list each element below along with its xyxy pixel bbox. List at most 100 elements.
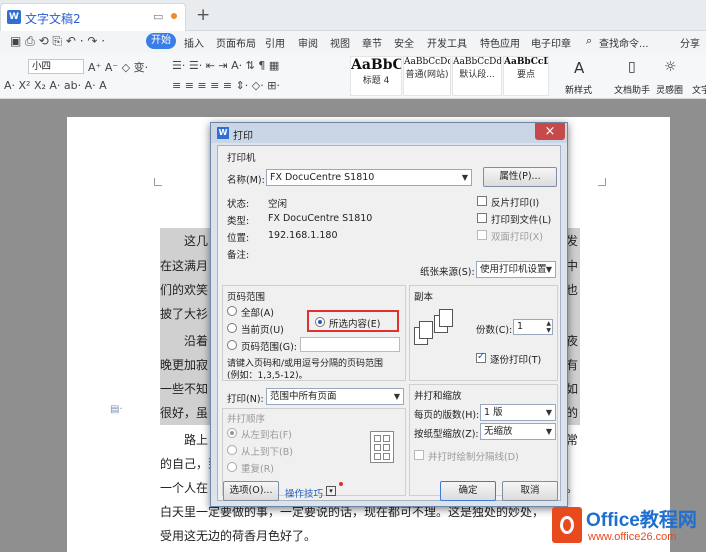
tips-icon[interactable]: ▾ (326, 486, 336, 496)
new-style-label[interactable]: 新样式 (565, 83, 592, 96)
menu-features[interactable]: 特色应用 (480, 35, 520, 50)
doc-helper-icon[interactable]: ▯ (628, 59, 636, 75)
range-selection-radio[interactable] (315, 317, 325, 327)
copies-input[interactable]: 1 ▲ ▼ (513, 319, 553, 335)
menu-developer[interactable]: 开发工具 (427, 35, 467, 50)
search-command[interactable]: 查找命令... (599, 35, 649, 50)
separator-label: 并打时绘制分隔线(D) (428, 452, 519, 463)
menu-view[interactable]: 视图 (330, 35, 350, 50)
style-heading4[interactable]: AaBbC 标题 4 (350, 56, 402, 96)
menu-references[interactable]: 引用 (265, 35, 285, 50)
inspire-label[interactable]: 灵感圈 (656, 83, 683, 96)
font-size-value: 小四 (32, 61, 52, 72)
order-tb-radio[interactable] (227, 445, 237, 455)
pages-input[interactable] (300, 337, 400, 352)
inspire-icon[interactable]: ☼ (664, 59, 677, 75)
print-what-select[interactable]: 范围中所有页面 ▼ (266, 388, 404, 405)
paper-source-select[interactable]: 使用打印机设置 ▼ (476, 261, 556, 278)
status-value: 空闲 (268, 199, 288, 210)
style-normal-web[interactable]: AaBbCcDd 普通(网站) (403, 56, 451, 96)
check-icon: ✓ (477, 351, 486, 362)
office26-logo: Office教程网 www.office26.com (548, 503, 704, 549)
range-current-label: 当前页(U) (241, 325, 284, 336)
copies-title: 副本 (414, 292, 434, 303)
dialog-titlebar[interactable]: W 打印 × (211, 123, 567, 143)
format-tools-icons[interactable]: A· X² X₂ A· ab· A· A (4, 79, 107, 92)
menu-home[interactable]: 开始 (146, 33, 176, 49)
reverse-print-checkbox[interactable] (477, 196, 487, 206)
print-to-file-checkbox[interactable] (477, 213, 487, 223)
menu-review[interactable]: 审阅 (298, 35, 318, 50)
doc-line: 一个人在 (160, 481, 209, 495)
pages-per-sheet-select[interactable]: 1 版 ▼ (480, 404, 556, 421)
pages-per-sheet-value: 1 版 (484, 407, 503, 418)
new-tab-button[interactable]: + (196, 5, 210, 25)
print-dialog: W 打印 × 打印机 名称(M): FX DocuCentre S1810 ▼ 属… (210, 122, 568, 507)
scale-select[interactable]: 无缩放 ▼ (480, 423, 556, 440)
spinner-icon[interactable]: ▲ ▼ (546, 320, 551, 334)
wps-icon: W (217, 127, 229, 139)
doc-line: 在这满月 (160, 259, 209, 273)
dialog-title: 打印 (233, 131, 253, 142)
text-label[interactable]: 文字 (692, 83, 706, 96)
share-button[interactable]: 分享 (680, 35, 700, 50)
monitor-icon[interactable]: ▭ (153, 10, 163, 23)
font-size-select[interactable]: 小四 (28, 59, 84, 74)
doc-line: 路上 (184, 433, 209, 447)
range-current-radio[interactable] (227, 323, 237, 333)
doc-tab-title: 文字文稿2 (25, 12, 81, 26)
margin-mark (598, 178, 606, 186)
search-icon[interactable]: ⌕ (586, 34, 592, 48)
collate-checkbox[interactable]: ✓ (476, 351, 486, 363)
order-repeat-radio[interactable] (227, 462, 237, 472)
copies-value: 1 (517, 321, 524, 332)
printer-select[interactable]: FX DocuCentre S1810 ▼ (266, 169, 472, 186)
page-range-title: 页码范围 (227, 292, 266, 303)
font-tools-icons[interactable]: A⁺ A⁻ ◇ 变· (88, 59, 148, 75)
print-what-value: 范围中所有页面 (270, 391, 337, 402)
tips-link[interactable]: 操作技巧 (285, 486, 323, 500)
menu-seal[interactable]: 电子印章 (531, 35, 571, 50)
pages-per-sheet-label: 每页的版数(H): (414, 410, 480, 421)
separator-checkbox[interactable] (414, 450, 424, 460)
duplex-checkbox[interactable] (477, 230, 487, 240)
doc-line: 晚更加寂 (160, 358, 209, 372)
options-button[interactable]: 选项(O)... (223, 481, 279, 501)
style-preview: AaBbC (351, 57, 401, 73)
style-default[interactable]: AaBbCcDd 默认段... (452, 56, 502, 96)
new-style-icon[interactable]: A (574, 59, 584, 77)
close-icon[interactable]: × (535, 123, 565, 140)
paragraph-tools-icons[interactable]: ☰· ☰· ⇤ ⇥ A· ⇅ ¶ ▦ (172, 59, 279, 72)
logo-url: www.office26.com (588, 531, 677, 543)
style-bullets[interactable]: AaBbCcDd 要点 (503, 56, 549, 96)
menu-insert[interactable]: 插入 (184, 35, 204, 50)
menu-chapter[interactable]: 章节 (362, 35, 382, 50)
quick-access-icons[interactable]: ▣ ⎙ ⟲ ⎘ ↶ · ↷ · (10, 34, 105, 49)
menu-layout[interactable]: 页面布局 (216, 35, 256, 50)
range-all-radio[interactable] (227, 306, 237, 316)
range-pages-radio[interactable] (227, 340, 237, 350)
order-lr-radio[interactable] (227, 428, 237, 438)
paper-source-label: 纸张来源(S): (420, 267, 475, 278)
chevron-down-icon: ▼ (545, 265, 552, 274)
type-label: 类型: (227, 216, 250, 227)
properties-button[interactable]: 属性(P)... (483, 167, 557, 187)
doc-helper-label[interactable]: 文档助手 (614, 83, 650, 96)
duplex-label: 双面打印(X) (491, 232, 543, 243)
order-lr-label: 从左到右(F) (241, 430, 292, 441)
order-title: 并打顺序 (227, 414, 266, 425)
order-repeat-label: 重复(R) (241, 464, 275, 475)
align-tools-icons[interactable]: ≡ ≡ ≡ ≡ ≡ ⇕· ◇· ⊞· (172, 79, 280, 92)
comment-label: 备注: (227, 250, 250, 261)
cancel-button[interactable]: 取消 (502, 481, 558, 501)
order-preview-icon (370, 431, 394, 463)
location-label: 位置: (227, 233, 250, 244)
ok-button[interactable]: 确定 (440, 481, 496, 501)
status-label: 状态: (227, 199, 250, 210)
type-value: FX DocuCentre S1810 (268, 213, 373, 224)
paragraph-icon[interactable]: ▤· (110, 404, 123, 415)
menu-security[interactable]: 安全 (394, 35, 414, 50)
doc-tab[interactable]: W 文字文稿2 ▭ (0, 3, 186, 31)
doc-line: 披了大衫 (160, 307, 209, 321)
ribbon: 小四 A⁺ A⁻ ◇ 变· A· X² X₂ A· ab· A· A ☰· ☰·… (0, 53, 706, 99)
